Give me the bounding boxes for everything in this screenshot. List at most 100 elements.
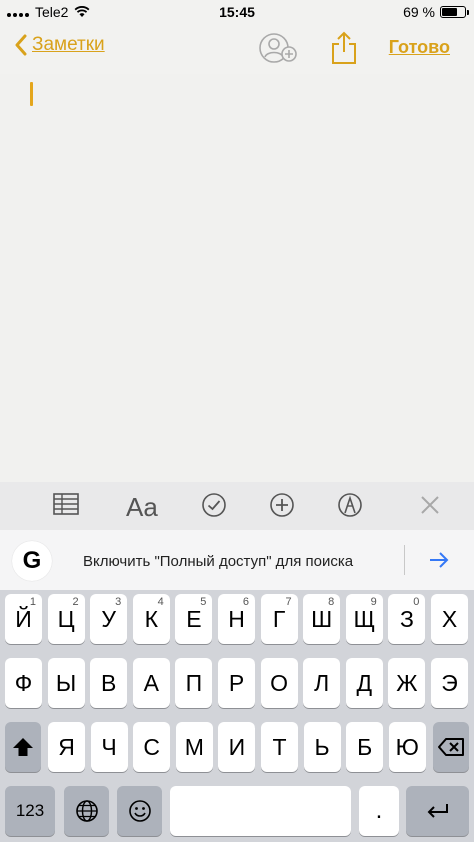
key-label: Ш bbox=[311, 605, 333, 632]
battery-percent: 69 % bbox=[403, 4, 435, 20]
key-label: Ч bbox=[101, 733, 117, 760]
key-row2-11[interactable]: Э bbox=[431, 658, 468, 708]
key-label: О bbox=[270, 669, 289, 696]
key-number-hint: 8 bbox=[328, 596, 335, 608]
key-row3-6[interactable]: Т bbox=[261, 722, 298, 772]
key-label: Ц bbox=[57, 605, 75, 632]
nav-bar: Заметки Готово bbox=[0, 24, 474, 74]
key-number-hint: 5 bbox=[200, 596, 207, 608]
key-row2-7[interactable]: О bbox=[260, 658, 298, 708]
checkmark-circle-icon[interactable] bbox=[201, 492, 227, 518]
key-row2-3[interactable]: В bbox=[90, 658, 128, 708]
done-button[interactable]: Готово bbox=[389, 37, 450, 58]
key-11[interactable]: Х bbox=[431, 594, 468, 644]
period-key[interactable]: . bbox=[359, 786, 399, 836]
key-label: Л bbox=[314, 669, 330, 696]
return-key[interactable] bbox=[406, 786, 469, 836]
shift-key[interactable] bbox=[5, 722, 41, 772]
key-label: Т bbox=[272, 733, 287, 760]
key-row3-9[interactable]: Ю bbox=[388, 722, 426, 772]
key-row2-9[interactable]: Д bbox=[345, 658, 383, 708]
battery-fill bbox=[442, 8, 458, 16]
key-label: М bbox=[184, 733, 204, 760]
key-5[interactable]: Е5 bbox=[175, 594, 213, 644]
key-label: И bbox=[228, 733, 246, 760]
key-label: Ж bbox=[396, 669, 418, 696]
globe-icon bbox=[75, 800, 98, 822]
key-7[interactable]: Г7 bbox=[260, 594, 298, 644]
plus-circle-icon[interactable] bbox=[269, 492, 295, 518]
suggestion-divider bbox=[404, 545, 405, 575]
key-label: Ю bbox=[395, 733, 419, 760]
key-1[interactable]: Й1 bbox=[5, 594, 42, 644]
key-label: Х bbox=[441, 605, 458, 632]
key-9[interactable]: Щ9 bbox=[345, 594, 383, 644]
key-row3-2[interactable]: Ч bbox=[90, 722, 128, 772]
key-label: Б bbox=[357, 733, 373, 760]
globe-key[interactable] bbox=[64, 786, 109, 836]
share-icon[interactable] bbox=[331, 30, 357, 66]
key-label: Р bbox=[228, 669, 245, 696]
key-row2-8[interactable]: Л bbox=[303, 658, 341, 708]
key-row3-3[interactable]: С bbox=[133, 722, 171, 772]
key-row2-6[interactable]: Р bbox=[218, 658, 255, 708]
back-button[interactable]: Заметки bbox=[14, 34, 105, 56]
key-number-hint: 2 bbox=[72, 596, 79, 608]
battery-icon bbox=[440, 6, 469, 18]
key-label: Я bbox=[58, 733, 75, 760]
key-2[interactable]: Ц2 bbox=[47, 594, 85, 644]
key-label: Е bbox=[186, 605, 202, 632]
key-label: С bbox=[143, 733, 160, 760]
google-logo[interactable]: G bbox=[12, 541, 52, 581]
key-number-hint: 7 bbox=[285, 596, 292, 608]
key-row2-10[interactable]: Ж bbox=[388, 658, 426, 708]
emoji-icon bbox=[128, 800, 151, 822]
note-text-area[interactable] bbox=[0, 74, 474, 482]
key-number-hint: 4 bbox=[157, 596, 164, 608]
key-label: Ь bbox=[314, 733, 330, 760]
key-row3-4[interactable]: М bbox=[175, 722, 213, 772]
key-number-hint: 6 bbox=[242, 596, 249, 608]
key-label: Г bbox=[272, 605, 286, 632]
key-number-hint: 1 bbox=[29, 596, 36, 608]
key-label: К bbox=[144, 605, 158, 632]
return-icon bbox=[427, 804, 448, 818]
add-person-icon[interactable] bbox=[258, 30, 300, 66]
key-label: А bbox=[143, 669, 159, 696]
key-row3-5[interactable]: И bbox=[218, 722, 256, 772]
key-label: Щ bbox=[353, 605, 376, 632]
key-label: Э bbox=[441, 669, 458, 696]
key-number-hint: 9 bbox=[370, 596, 377, 608]
key-3[interactable]: У3 bbox=[90, 594, 128, 644]
numbers-key[interactable]: 123 bbox=[5, 786, 55, 836]
key-row3-8[interactable]: Б bbox=[346, 722, 384, 772]
suggestion-text[interactable]: Включить "Полный доступ" для поиска bbox=[83, 553, 353, 570]
suggestion-bar: G Включить "Полный доступ" для поиска bbox=[0, 530, 474, 590]
key-row3-1[interactable]: Я bbox=[48, 722, 85, 772]
key-label: Й bbox=[15, 605, 32, 632]
arrow-right-icon[interactable] bbox=[428, 550, 450, 570]
text-style-button[interactable]: Aa bbox=[126, 492, 158, 523]
formatting-toolbar: Aa bbox=[0, 482, 474, 530]
key-row2-5[interactable]: П bbox=[175, 658, 213, 708]
key-6[interactable]: Н6 bbox=[218, 594, 255, 644]
key-row3-7[interactable]: Ь bbox=[303, 722, 341, 772]
status-bar: Tele2 15:45 69 % bbox=[0, 0, 474, 24]
key-row2-2[interactable]: Ы bbox=[47, 658, 85, 708]
markup-pen-icon[interactable] bbox=[337, 492, 363, 518]
backspace-key[interactable] bbox=[433, 722, 469, 772]
space-key[interactable] bbox=[170, 786, 351, 836]
key-4[interactable]: К4 bbox=[132, 594, 170, 644]
key-row2-4[interactable]: А bbox=[132, 658, 170, 708]
key-row2-1[interactable]: Ф bbox=[5, 658, 42, 708]
key-8[interactable]: Ш8 bbox=[303, 594, 341, 644]
key-label: В bbox=[101, 669, 117, 696]
close-icon[interactable] bbox=[419, 494, 441, 516]
key-10[interactable]: З0 bbox=[388, 594, 426, 644]
table-icon[interactable] bbox=[53, 492, 79, 516]
key-label: У bbox=[101, 605, 116, 632]
status-right: 69 % bbox=[403, 4, 469, 20]
emoji-key[interactable] bbox=[117, 786, 162, 836]
key-label: П bbox=[185, 669, 203, 696]
key-number-hint: 0 bbox=[413, 596, 420, 608]
